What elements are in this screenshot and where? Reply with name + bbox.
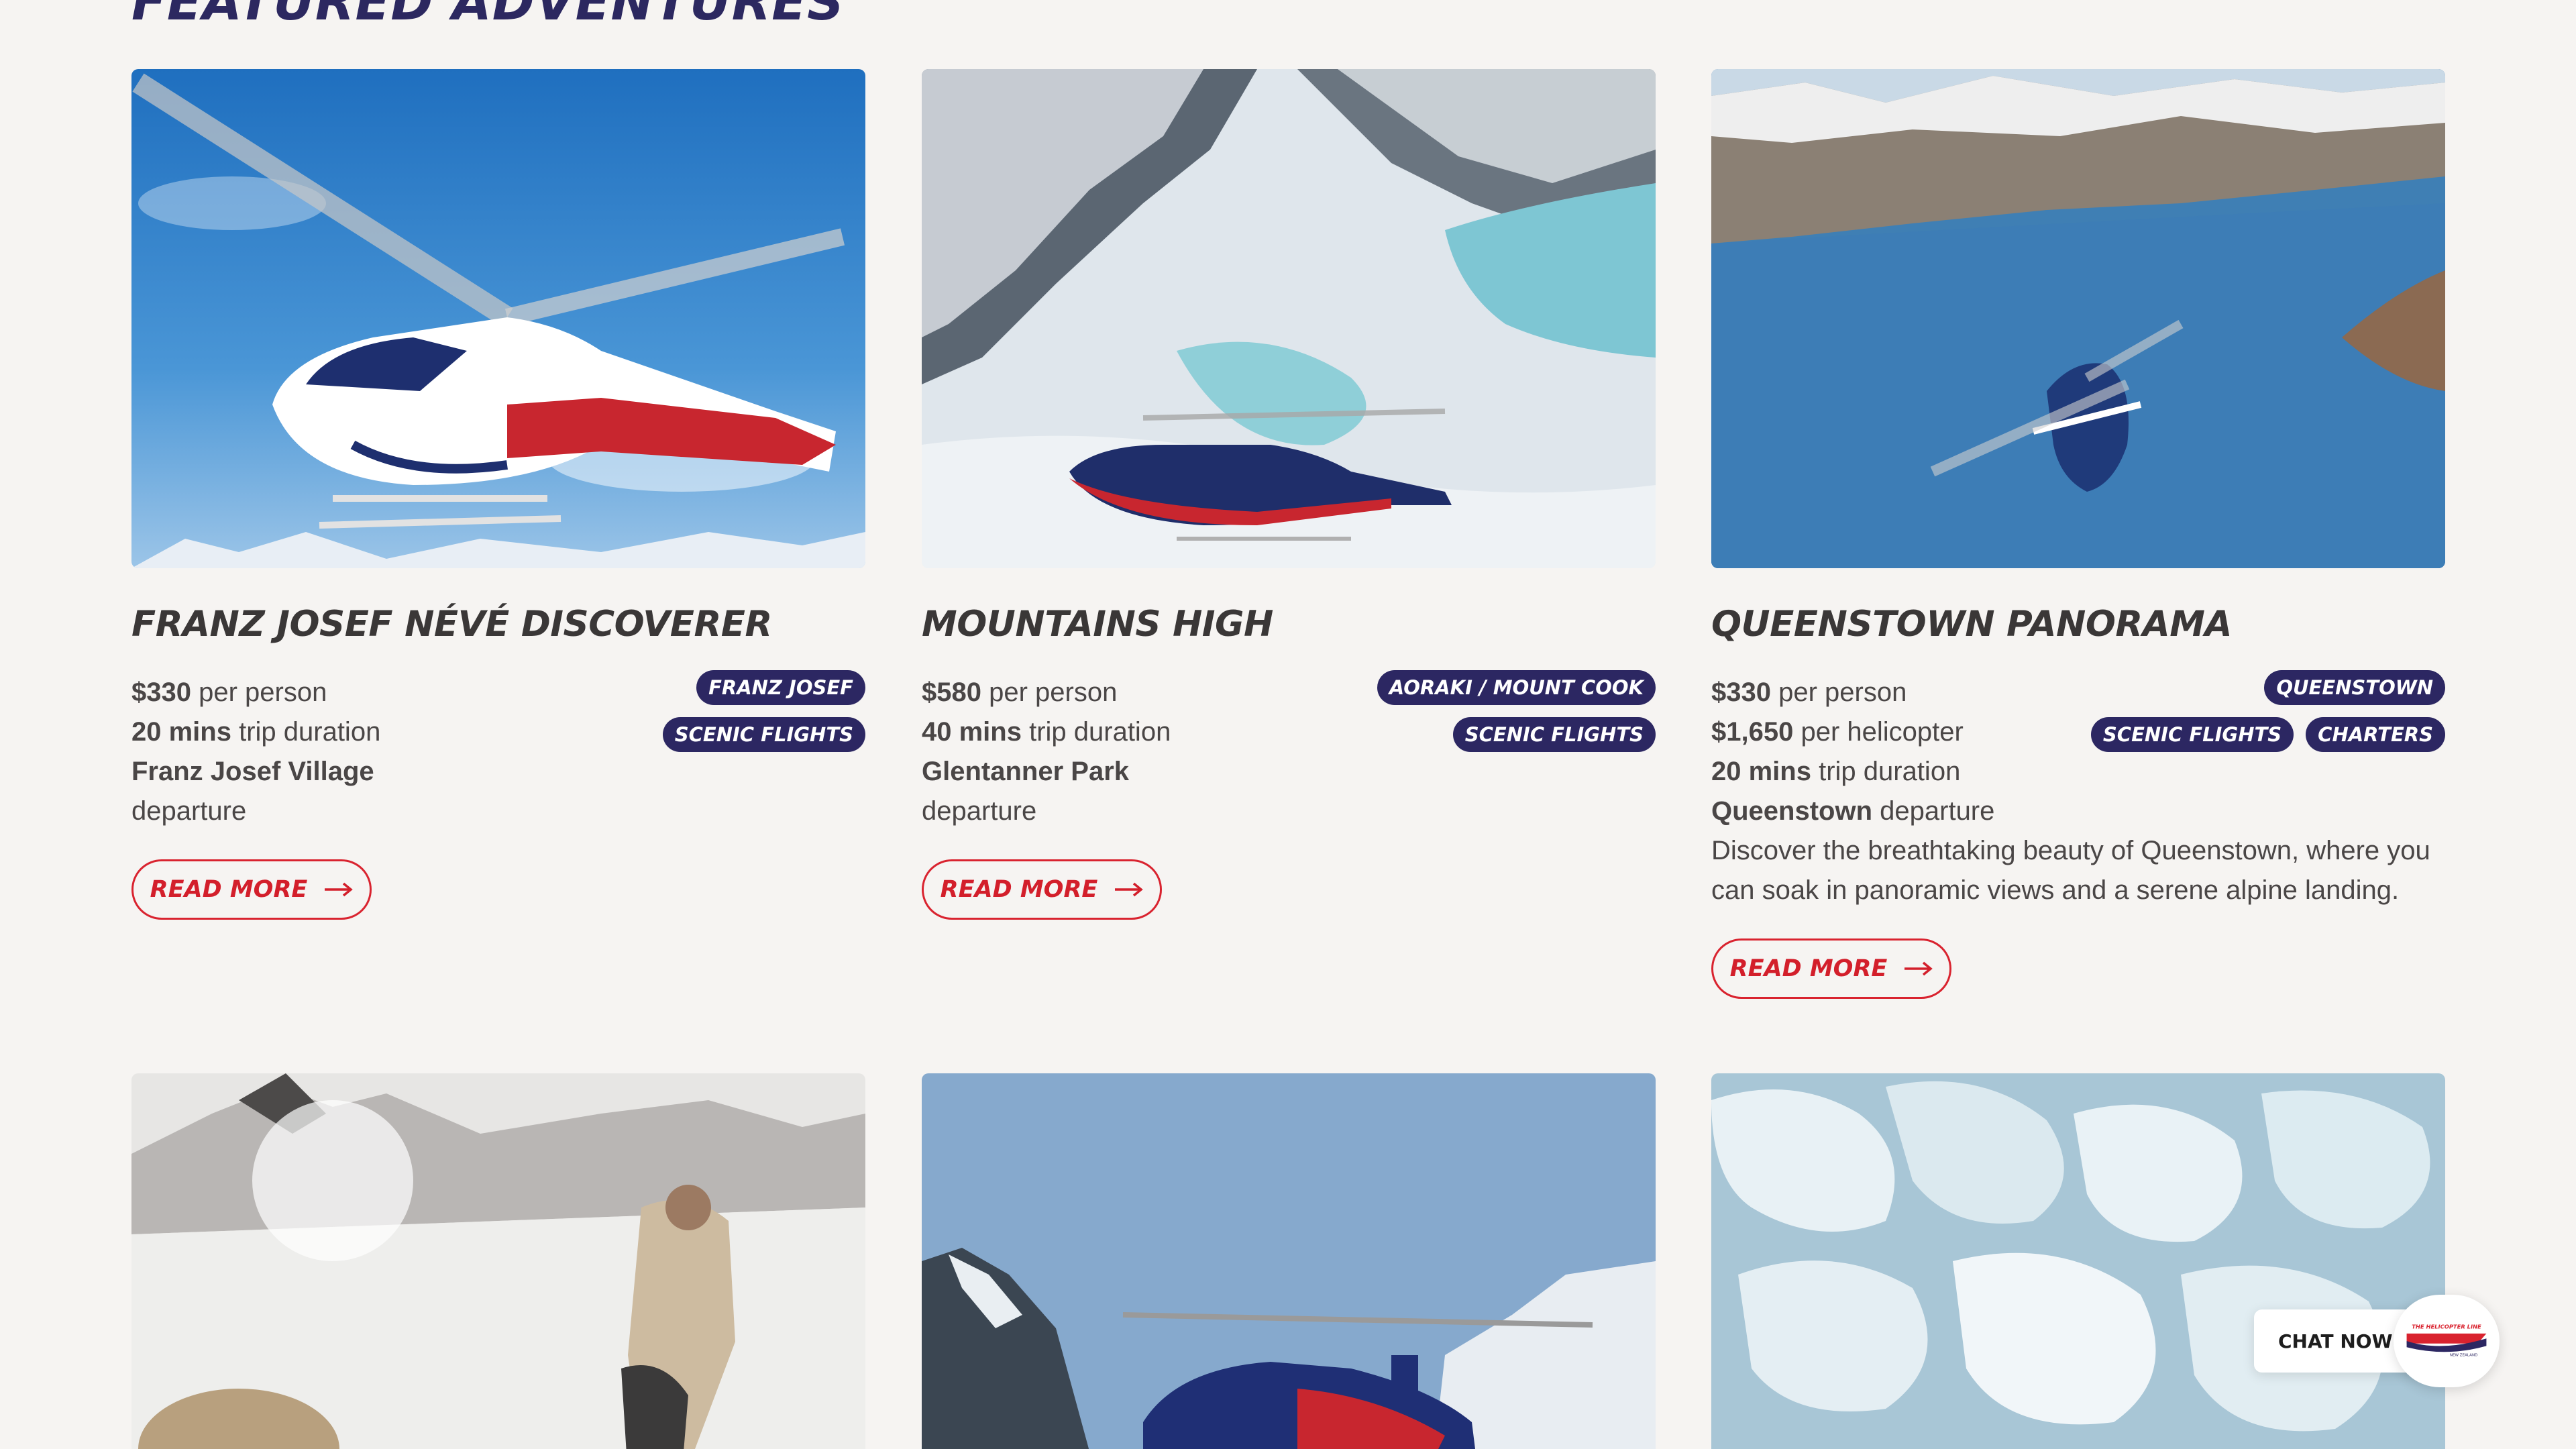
chat-now-label: CHAT NOW! [2278, 1330, 2402, 1352]
read-more-button[interactable]: READ MORE [131, 859, 372, 920]
arrow-right-icon [1904, 961, 1933, 976]
adventure-card: FRANZ JOSEF NÉVÉ DISCOVERER $330 per per… [131, 69, 865, 920]
duration-line: 20 mins trip duration [131, 717, 381, 747]
departure-line: Queenstown departure [1711, 796, 1995, 826]
tag-list: AORAKI / MOUNT COOK SCENIC FLIGHTS [1280, 670, 1656, 752]
card-meta: $580 per person 40 mins trip duration Gl… [922, 670, 1656, 831]
tag-scenic-flights[interactable]: SCENIC FLIGHTS [1452, 717, 1656, 752]
tag-list: QUEENSTOWN SCENIC FLIGHTS CHARTERS [2070, 670, 2445, 752]
card-meta: $330 per person $1,650 per helicopter 20… [1711, 670, 2445, 910]
read-more-label: READ MORE [150, 876, 308, 903]
card-image-ice-crevasses[interactable] [1711, 1073, 2445, 1449]
tag-aoraki-mount-cook[interactable]: AORAKI / MOUNT COOK [1377, 670, 1656, 705]
logo-text-primary: THE HELICOPTER LINE [2412, 1323, 2481, 1330]
departure-line: Glentanner Park [922, 757, 1130, 786]
tag-queenstown[interactable]: QUEENSTOWN [2264, 670, 2445, 705]
tag-list: FRANZ JOSEF SCENIC FLIGHTS [490, 670, 865, 752]
departure-line: Franz Josef Village [131, 757, 374, 786]
departure-label: departure [922, 796, 1037, 826]
read-more-button[interactable]: READ MORE [922, 859, 1162, 920]
duration-line: 40 mins trip duration [922, 717, 1171, 747]
card-image-helicopter-landing[interactable] [922, 1073, 1656, 1449]
trip-facts: $580 per person 40 mins trip duration Gl… [922, 673, 1338, 831]
brand-logo[interactable]: THE HELICOPTER LINE NEW ZEALAND [2394, 1295, 2500, 1387]
adventure-card [131, 1073, 865, 1449]
snow-photo [131, 1073, 865, 1449]
read-more-label: READ MORE [1729, 955, 1888, 982]
adventure-card [922, 1073, 1656, 1449]
card-title: QUEENSTOWN PANORAMA [1711, 604, 2233, 645]
helicopter-photo [131, 69, 865, 568]
price-per-person-line: $330 per person [1711, 678, 1907, 707]
tag-scenic-flights[interactable]: SCENIC FLIGHTS [2090, 717, 2294, 752]
card-title: FRANZ JOSEF NÉVÉ DISCOVERER [131, 604, 772, 645]
card-meta: $330 per person 20 mins trip duration Fr… [131, 670, 865, 831]
card-description: Discover the breathtaking beauty of Quee… [1711, 836, 2430, 905]
read-more-label: READ MORE [940, 876, 1098, 903]
trip-facts: $330 per person 20 mins trip duration Fr… [131, 673, 547, 831]
landing-photo [922, 1073, 1656, 1449]
adventure-card [1711, 1073, 2445, 1449]
card-image-helicopter-sky[interactable] [131, 69, 865, 568]
duration-line: 20 mins trip duration [1711, 757, 1961, 786]
tag-franz-josef[interactable]: FRANZ JOSEF [696, 670, 865, 705]
tag-charters[interactable]: CHARTERS [2306, 717, 2445, 752]
section-title: FEATURED ADVENTURES [131, 0, 845, 32]
price-line: $330 per person [131, 678, 327, 707]
helicopter-line-logo-icon: THE HELICOPTER LINE NEW ZEALAND [2406, 1323, 2487, 1357]
ice-photo [1711, 1073, 2445, 1449]
card-image-lake-panorama[interactable] [1711, 69, 2445, 568]
card-image-snow-play[interactable] [131, 1073, 865, 1449]
price-per-helicopter-line: $1,650 per helicopter [1711, 717, 1964, 747]
lake-photo [1711, 69, 2445, 568]
departure-label: departure [131, 796, 247, 826]
trip-facts: $330 per person $1,650 per helicopter 20… [1711, 673, 2127, 831]
price-line: $580 per person [922, 678, 1118, 707]
tag-scenic-flights[interactable]: SCENIC FLIGHTS [662, 717, 865, 752]
logo-text-secondary: NEW ZEALAND [2450, 1353, 2478, 1357]
card-title: MOUNTAINS HIGH [922, 604, 1273, 645]
arrow-right-icon [1115, 882, 1144, 897]
adventure-card: QUEENSTOWN PANORAMA $330 per person $1,6… [1711, 69, 2445, 999]
glacier-photo [922, 69, 1656, 568]
arrow-right-icon [325, 882, 354, 897]
read-more-button[interactable]: READ MORE [1711, 938, 1951, 999]
card-image-glacier-lake[interactable] [922, 69, 1656, 568]
adventure-card: MOUNTAINS HIGH $580 per person 40 mins t… [922, 69, 1656, 920]
